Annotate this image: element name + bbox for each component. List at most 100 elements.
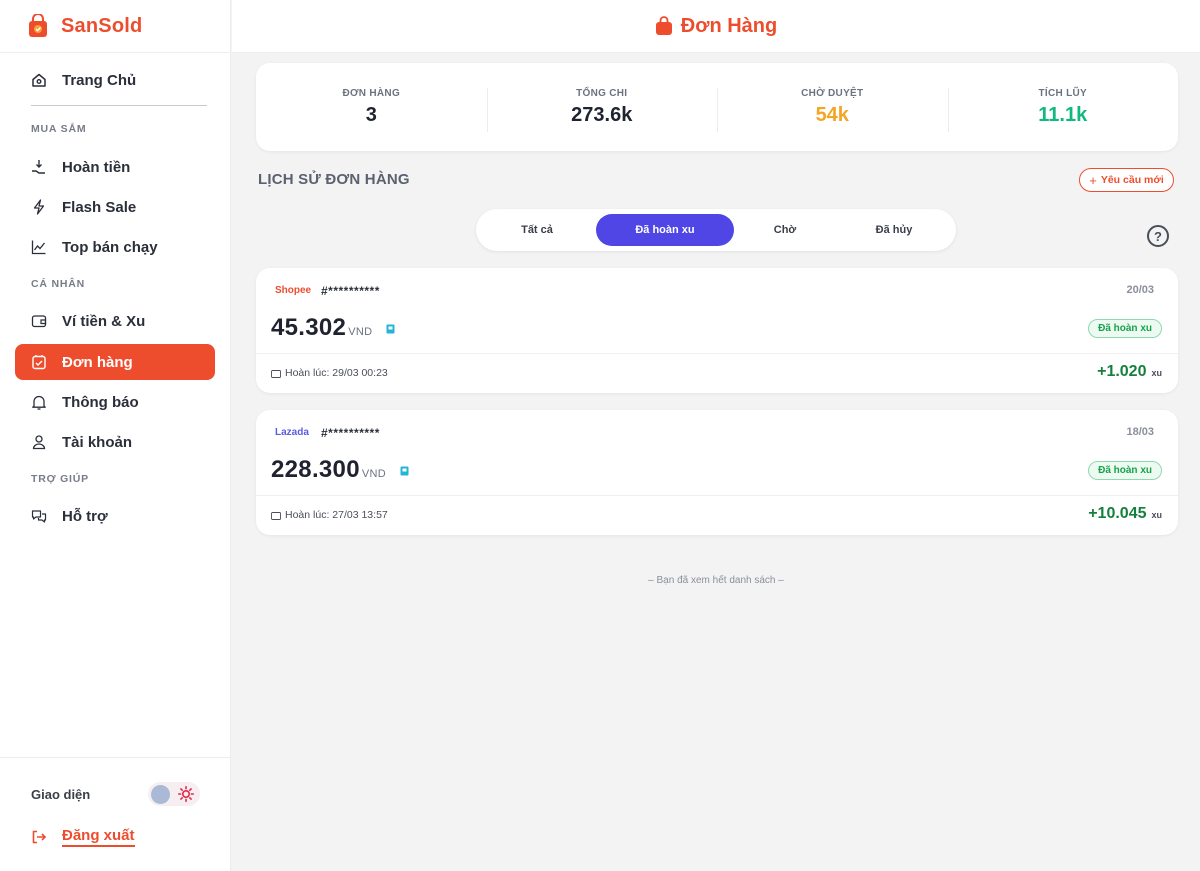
sidebar-footer: Giao diện Đăng xuất — [0, 757, 231, 871]
user-icon — [31, 434, 47, 450]
filter-tabs: Tất cả Đã hoàn xu Chờ Đã hủy — [476, 209, 956, 251]
bell-icon — [31, 394, 47, 410]
order-history-title: LỊCH SỬ ĐƠN HÀNG — [258, 171, 410, 188]
sidebar: SanSold Trang Chủ MUA SẮM Hoàn tiền Flas… — [0, 0, 231, 871]
order-amount: 228.300 VND — [271, 456, 409, 484]
receipt-image-icon[interactable] — [400, 466, 409, 476]
wallet-icon — [31, 313, 47, 329]
order-amount: 45.302 VND — [271, 314, 395, 342]
logout-label: Đăng xuất — [62, 827, 135, 847]
chat-icon — [31, 508, 47, 524]
sidebar-item-label: Tài khoản — [62, 433, 133, 451]
platform-label: Lazada — [275, 427, 309, 438]
stat-value: 11.1k — [1038, 103, 1088, 126]
stat-pending: CHỜ DUYỆT 54k — [717, 87, 948, 132]
sidebar-item-orders[interactable]: Đơn hàng — [15, 344, 215, 380]
stat-label: ĐƠN HÀNG — [342, 87, 401, 99]
tab-cancelled[interactable]: Đã hủy — [846, 214, 942, 246]
tab-pending[interactable]: Chờ — [744, 214, 826, 246]
coins-value: +10.045 — [1088, 505, 1147, 522]
amount-value: 45.302 — [271, 314, 347, 341]
order-code: #********** — [321, 426, 380, 440]
receipt-image-icon[interactable] — [386, 324, 395, 334]
sidebar-item-notifications[interactable]: Thông báo — [15, 384, 215, 420]
coins-unit: xu — [1151, 368, 1162, 378]
end-of-list-note: – Bạn đã xem hết danh sách – — [648, 575, 784, 586]
theme-toggle[interactable] — [148, 782, 200, 806]
order-date: 20/03 — [1126, 284, 1154, 296]
stat-label: CHỜ DUYỆT — [801, 87, 864, 99]
stat-value: 54k — [815, 103, 849, 126]
calendar-icon — [271, 511, 281, 520]
sidebar-item-label: Flash Sale — [62, 198, 137, 216]
sidebar-divider — [31, 105, 207, 106]
theme-label: Giao diện — [31, 787, 91, 802]
logout-icon — [32, 830, 47, 844]
stat-label: TÍCH LŨY — [1038, 87, 1087, 99]
stat-total-spend: TỔNG CHI 273.6k — [486, 87, 718, 132]
new-request-button[interactable]: + Yêu cầu mới — [1079, 168, 1174, 192]
status-badge: Đã hoàn xu — [1088, 461, 1162, 480]
refund-time: Hoàn lúc: 27/03 13:57 — [271, 509, 388, 521]
new-request-label: Yêu cầu mới — [1100, 174, 1164, 186]
stat-orders: ĐƠN HÀNG 3 — [256, 88, 487, 127]
section-label-shopping: MUA SẮM — [31, 123, 87, 135]
sidebar-item-label: Thông báo — [62, 393, 139, 411]
refund-time: Hoàn lúc: 29/03 00:23 — [271, 367, 388, 379]
sidebar-item-label: Top bán chạy — [62, 238, 158, 256]
card-divider — [256, 353, 1178, 354]
chart-icon — [31, 239, 47, 255]
order-card[interactable]: Shopee #********** 20/03 45.302 VND Đã ho… — [256, 268, 1178, 393]
toggle-knob — [151, 785, 170, 804]
lightning-icon — [31, 199, 47, 215]
order-date: 18/03 — [1126, 426, 1154, 438]
coins-value: +1.020 — [1097, 363, 1147, 380]
sidebar-item-label: Trang Chủ — [62, 71, 137, 89]
brand[interactable]: SanSold — [0, 0, 230, 53]
card-divider — [256, 495, 1178, 496]
shopping-bag-icon — [655, 16, 672, 35]
coins-earned: +1.020 xu — [1097, 363, 1162, 381]
stat-value: 3 — [365, 103, 377, 126]
sidebar-item-flash-sale[interactable]: Flash Sale — [15, 189, 215, 225]
sun-icon — [178, 786, 194, 802]
sidebar-item-cashback[interactable]: Hoàn tiền — [15, 149, 215, 185]
page-title: Đơn Hàng — [680, 14, 778, 37]
sidebar-item-home[interactable]: Trang Chủ — [15, 62, 215, 98]
coins-unit: xu — [1151, 510, 1162, 520]
order-code: #********** — [321, 284, 380, 298]
refund-time-text: Hoàn lúc: 27/03 13:57 — [285, 509, 388, 521]
sidebar-item-account[interactable]: Tài khoản — [15, 424, 215, 460]
sidebar-item-wallet[interactable]: Ví tiền & Xu — [15, 303, 215, 339]
plus-icon: + — [1089, 172, 1097, 188]
section-label-personal: CÁ NHÂN — [31, 278, 86, 290]
stat-label: TỔNG CHI — [576, 87, 628, 99]
currency: VND — [361, 468, 386, 480]
sidebar-item-label: Đơn hàng — [62, 353, 133, 371]
sidebar-item-top-selling[interactable]: Top bán chạy — [15, 229, 215, 265]
orders-icon — [31, 354, 47, 370]
stats-panel: ĐƠN HÀNG 3 TỔNG CHI 273.6k CHỜ DUYỆT 54k… — [256, 63, 1178, 151]
page-header: Đơn Hàng — [232, 0, 1200, 53]
status-badge: Đã hoàn xu — [1088, 319, 1162, 338]
help-icon[interactable]: ? — [1147, 225, 1169, 247]
amount-value: 228.300 — [271, 456, 360, 483]
logout-button[interactable]: Đăng xuất — [31, 827, 135, 847]
platform-label: Shopee — [275, 285, 312, 296]
sidebar-item-support[interactable]: Hỗ trợ — [15, 498, 215, 534]
section-label-help: TRỢ GIÚP — [31, 473, 89, 485]
tab-all[interactable]: Tất cả — [492, 214, 582, 246]
tab-refunded[interactable]: Đã hoàn xu — [596, 214, 734, 246]
order-card[interactable]: Lazada #********** 18/03 228.300 VND Đã h… — [256, 410, 1178, 535]
coins-earned: +10.045 xu — [1088, 505, 1162, 523]
stat-value: 273.6k — [571, 103, 633, 126]
brand-name: SanSold — [61, 14, 143, 37]
currency: VND — [348, 326, 373, 338]
calendar-icon — [271, 369, 281, 378]
shopping-bag-logo-icon — [29, 14, 47, 37]
refund-time-text: Hoàn lúc: 29/03 00:23 — [285, 367, 388, 379]
sidebar-item-label: Ví tiền & Xu — [62, 312, 146, 330]
sidebar-item-label: Hỗ trợ — [62, 507, 108, 525]
sidebar-item-label: Hoàn tiền — [62, 158, 131, 176]
home-icon — [31, 72, 47, 88]
